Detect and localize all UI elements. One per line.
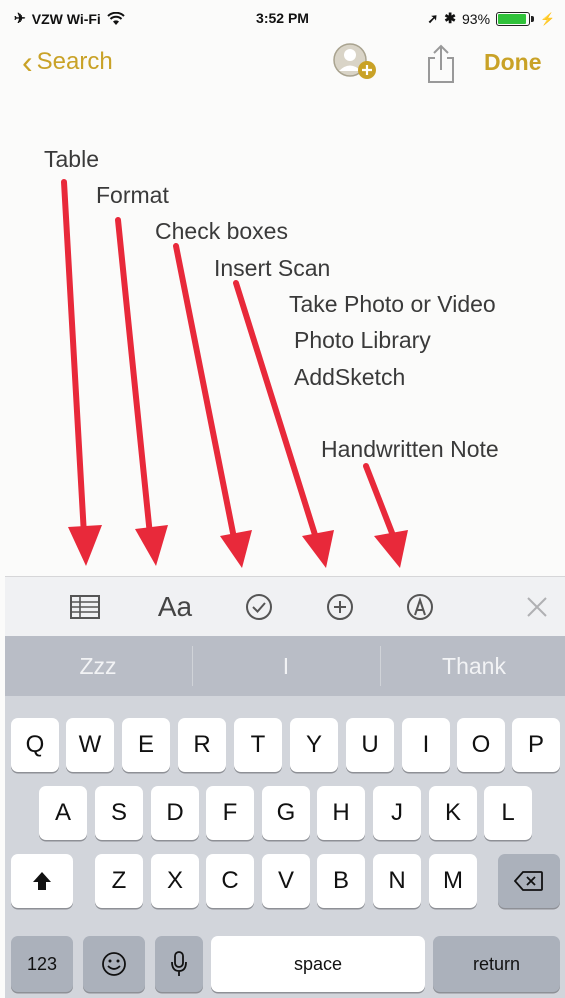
key-e[interactable]: E — [122, 718, 170, 772]
key-c[interactable]: C — [206, 854, 254, 908]
key-z[interactable]: Z — [95, 854, 143, 908]
return-key[interactable]: return — [433, 936, 560, 992]
dictation-key[interactable] — [155, 936, 203, 992]
key-t[interactable]: T — [234, 718, 282, 772]
delete-key[interactable] — [498, 854, 560, 908]
close-button[interactable] — [513, 583, 561, 631]
key-i[interactable]: I — [402, 718, 450, 772]
key-x[interactable]: X — [151, 854, 199, 908]
checklist-button[interactable] — [235, 583, 283, 631]
annotation-arrows — [61, 179, 408, 568]
arrowhead-handwritten-note — [374, 530, 408, 568]
plus-circle-icon — [327, 594, 353, 620]
key-h[interactable]: H — [317, 786, 365, 840]
microphone-icon — [171, 951, 187, 976]
arrow-format — [115, 217, 153, 538]
space-key[interactable]: space — [211, 936, 425, 992]
emoji-icon — [102, 952, 126, 976]
suggestion-bar: Zzz I Thank — [5, 636, 565, 696]
key-r[interactable]: R — [178, 718, 226, 772]
shift-key[interactable] — [11, 854, 73, 908]
key-y[interactable]: Y — [290, 718, 338, 772]
arrow-handwritten-note — [363, 463, 397, 541]
arrow-insert-scan — [233, 280, 319, 541]
markup-button[interactable] — [396, 583, 444, 631]
checkmark-circle-icon — [246, 594, 272, 620]
key-s[interactable]: S — [95, 786, 143, 840]
key-b[interactable]: B — [317, 854, 365, 908]
arrowhead-checkboxes — [220, 530, 252, 568]
key-g[interactable]: G — [262, 786, 310, 840]
emoji-key[interactable] — [83, 936, 145, 992]
key-j[interactable]: J — [373, 786, 421, 840]
arrowhead-insert-scan — [302, 530, 334, 568]
key-f[interactable]: F — [206, 786, 254, 840]
key-m[interactable]: M — [429, 854, 477, 908]
arrow-checkboxes — [173, 243, 237, 541]
key-u[interactable]: U — [346, 718, 394, 772]
keyboard: Zzz I Thank Q W E R T Y U I O P A S D F … — [5, 636, 565, 998]
table-icon — [70, 595, 100, 619]
key-q[interactable]: Q — [11, 718, 59, 772]
note-toolbar: Aa — [5, 576, 565, 637]
arrowhead-table — [68, 525, 102, 566]
key-n[interactable]: N — [373, 854, 421, 908]
arrowhead-format — [135, 525, 168, 566]
key-k[interactable]: K — [429, 786, 477, 840]
key-d[interactable]: D — [151, 786, 199, 840]
close-icon — [527, 597, 547, 617]
numbers-key[interactable]: 123 — [11, 936, 73, 992]
key-v[interactable]: V — [262, 854, 310, 908]
key-o[interactable]: O — [457, 718, 505, 772]
pen-tip-circle-icon — [407, 594, 433, 620]
suggestion-3[interactable]: Thank — [381, 636, 565, 696]
key-a[interactable]: A — [39, 786, 87, 840]
key-w[interactable]: W — [66, 718, 114, 772]
arrow-table — [61, 179, 87, 538]
backspace-icon — [514, 871, 543, 891]
suggestion-1[interactable]: Zzz — [5, 636, 191, 696]
key-l[interactable]: L — [484, 786, 532, 840]
table-button[interactable] — [61, 583, 109, 631]
shift-icon — [33, 872, 51, 890]
format-button[interactable]: Aa — [151, 583, 199, 631]
suggestion-2[interactable]: I — [193, 636, 379, 696]
insert-button[interactable] — [316, 583, 364, 631]
key-p[interactable]: P — [512, 718, 560, 772]
